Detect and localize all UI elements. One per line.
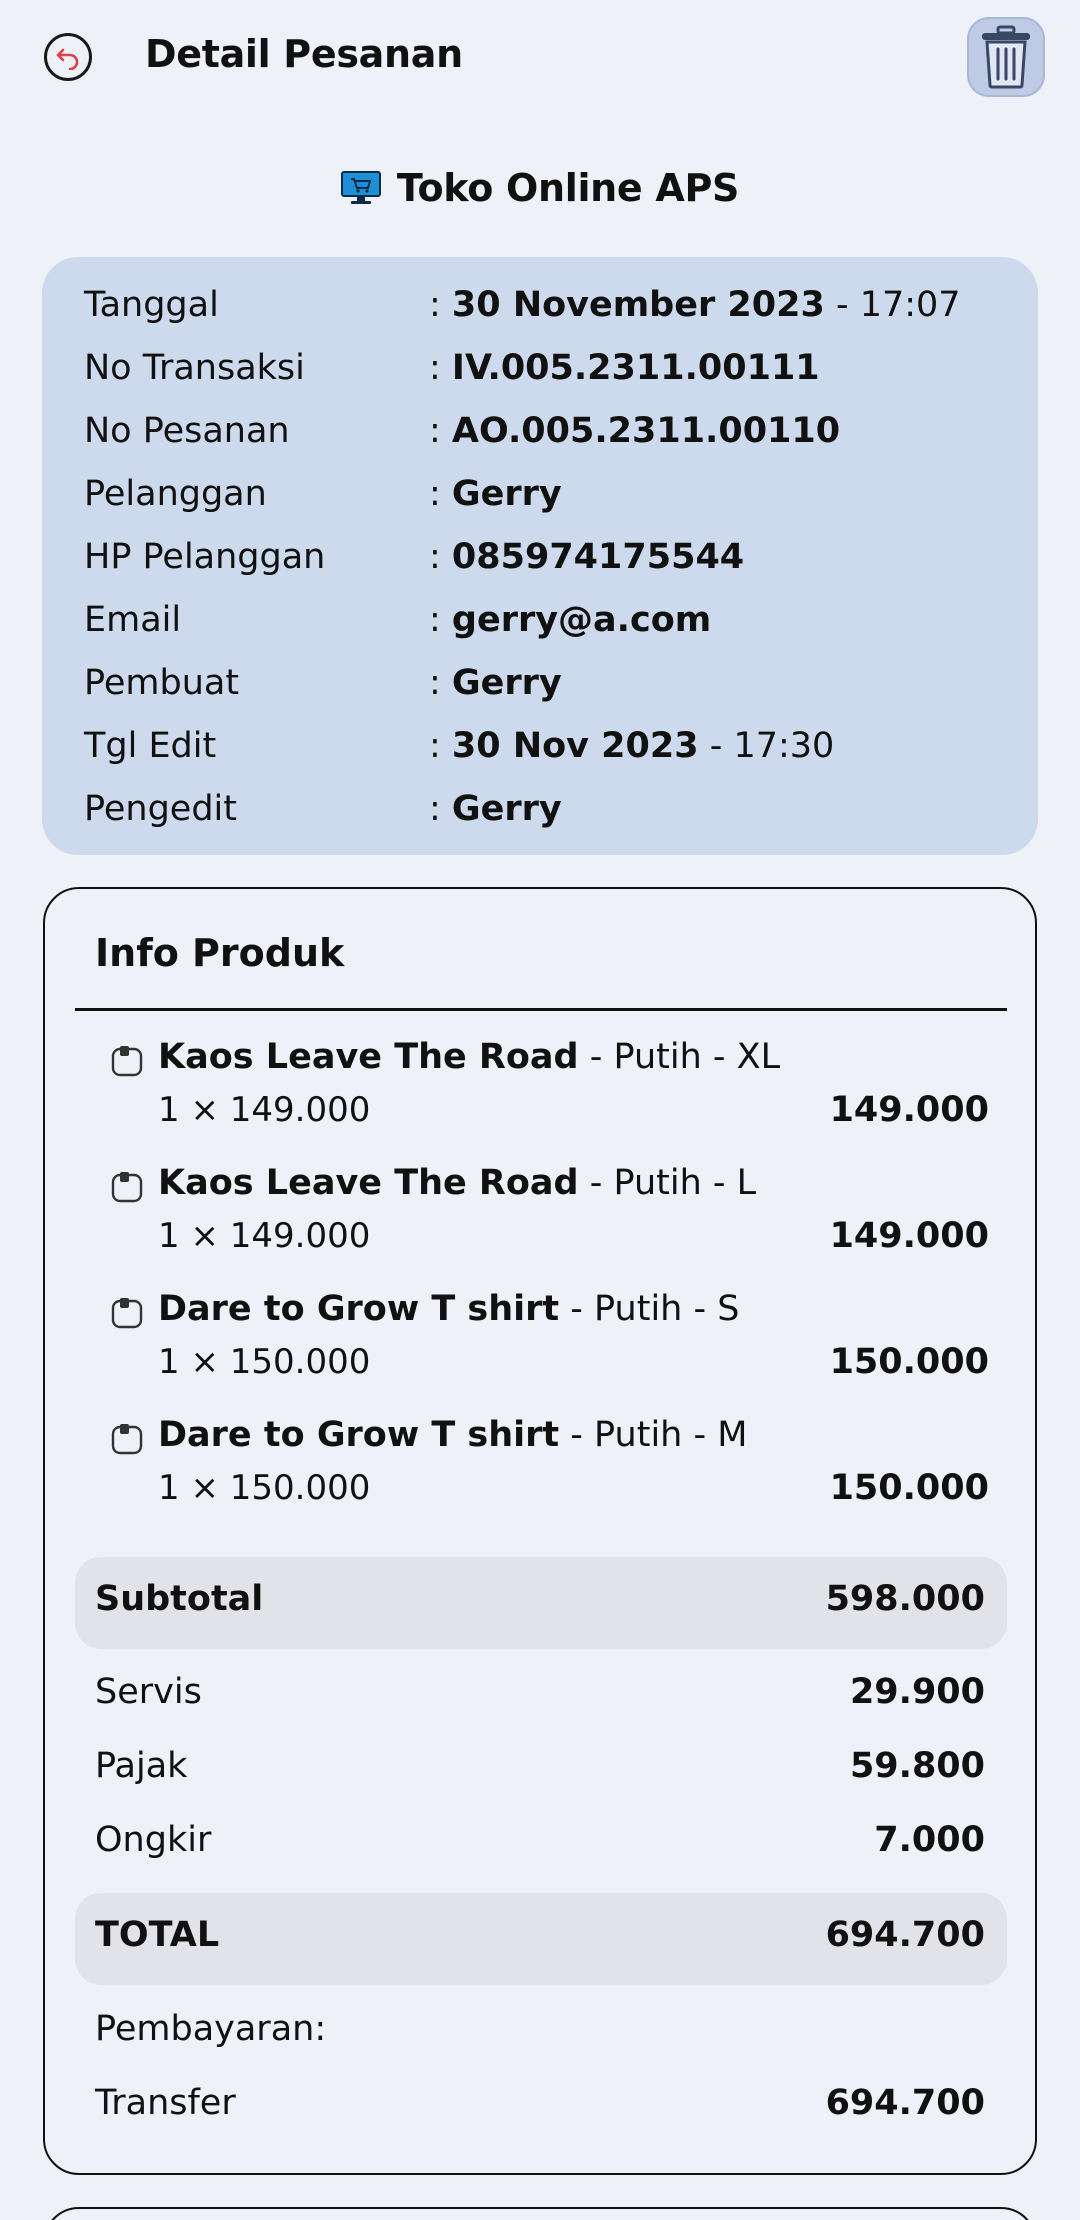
info-value: : Gerry	[429, 663, 562, 703]
info-value: : AO.005.2311.00110	[429, 411, 841, 451]
ongkir-row: Ongkir 7.000	[95, 1820, 985, 1870]
product-line-total: 149.000	[829, 1216, 989, 1256]
order-info-panel: Tanggal : 30 November 2023 - 17:07 No Tr…	[42, 257, 1038, 855]
product-name: Dare to Grow T shirt - Putih - S	[158, 1289, 740, 1329]
product-box-icon	[111, 1172, 143, 1203]
product-qty-price: 1 × 150.000	[158, 1342, 371, 1382]
next-card	[43, 2207, 1037, 2220]
product-name: Kaos Leave The Road - Putih - L	[158, 1163, 757, 1203]
back-button[interactable]	[44, 33, 92, 81]
subtotal-row: Subtotal 598.000	[95, 1579, 985, 1629]
info-value: : Gerry	[429, 789, 562, 829]
computer-cart-icon	[340, 171, 381, 205]
servis-label: Servis	[95, 1672, 202, 1712]
subtotal-value: 598.000	[825, 1579, 985, 1619]
ongkir-label: Ongkir	[95, 1820, 212, 1860]
delete-button[interactable]	[967, 17, 1045, 97]
app-header: Detail Pesanan	[0, 0, 1080, 115]
total-row: TOTAL 694.700	[95, 1915, 985, 1965]
pajak-label: Pajak	[95, 1746, 188, 1786]
info-value: : 085974175544	[429, 537, 745, 577]
info-label: Tanggal	[84, 285, 219, 325]
info-label: Pembuat	[84, 663, 240, 703]
info-label: Pelanggan	[84, 474, 267, 514]
product-qty-price: 1 × 149.000	[158, 1090, 371, 1130]
info-value: : gerry@a.com	[429, 600, 712, 640]
servis-value: 29.900	[849, 1672, 985, 1712]
total-value: 694.700	[825, 1915, 985, 1955]
product-item: Kaos Leave The Road - Putih - XL 1 × 149…	[45, 1037, 1039, 1157]
info-label: HP Pelanggan	[84, 537, 326, 577]
product-line-total: 150.000	[829, 1468, 989, 1508]
product-name: Kaos Leave The Road - Putih - XL	[158, 1037, 781, 1077]
product-box-icon	[111, 1424, 143, 1455]
product-item: Kaos Leave The Road - Putih - L 1 × 149.…	[45, 1163, 1039, 1283]
info-label: Pengedit	[84, 789, 237, 829]
info-label: Email	[84, 600, 182, 640]
payment-heading: Pembayaran:	[95, 2009, 327, 2049]
info-value: : 30 November 2023 - 17:07	[429, 285, 961, 325]
product-line-total: 150.000	[829, 1342, 989, 1382]
product-item: Dare to Grow T shirt - Putih - S 1 × 150…	[45, 1289, 1039, 1409]
product-info-title: Info Produk	[95, 931, 345, 975]
product-qty-price: 1 × 150.000	[158, 1468, 371, 1508]
payment-amount: 694.700	[825, 2083, 985, 2123]
product-name: Dare to Grow T shirt - Putih - M	[158, 1415, 748, 1455]
info-label: No Pesanan	[84, 411, 290, 451]
info-label: Tgl Edit	[84, 726, 217, 766]
pajak-value: 59.800	[849, 1746, 985, 1786]
product-qty-price: 1 × 149.000	[158, 1216, 371, 1256]
product-item: Dare to Grow T shirt - Putih - M 1 × 150…	[45, 1415, 1039, 1535]
payment-row: Transfer 694.700	[95, 2083, 985, 2133]
payment-method: Transfer	[95, 2083, 236, 2123]
ongkir-value: 7.000	[874, 1820, 985, 1860]
subtotal-label: Subtotal	[95, 1579, 264, 1619]
divider	[75, 1008, 1007, 1011]
total-label: TOTAL	[95, 1915, 220, 1955]
store-name: Toko Online APS	[396, 166, 740, 210]
info-label: No Transaksi	[84, 348, 305, 388]
info-value: : Gerry	[429, 474, 562, 514]
page-title: Detail Pesanan	[145, 32, 463, 76]
info-value: : IV.005.2311.00111	[429, 348, 820, 388]
product-box-icon	[111, 1298, 143, 1329]
store-heading: Toko Online APS	[0, 160, 1080, 216]
product-info-card: Info Produk Kaos Leave The Road - Putih …	[43, 887, 1037, 2175]
servis-row: Servis 29.900	[95, 1672, 985, 1722]
undo-arrow-icon	[56, 48, 79, 70]
product-box-icon	[111, 1046, 143, 1077]
pajak-row: Pajak 59.800	[95, 1746, 985, 1796]
trash-icon	[982, 25, 1030, 89]
product-line-total: 149.000	[829, 1090, 989, 1130]
info-value: : 30 Nov 2023 - 17:30	[429, 726, 835, 766]
payment-heading-row: Pembayaran:	[95, 2009, 985, 2059]
